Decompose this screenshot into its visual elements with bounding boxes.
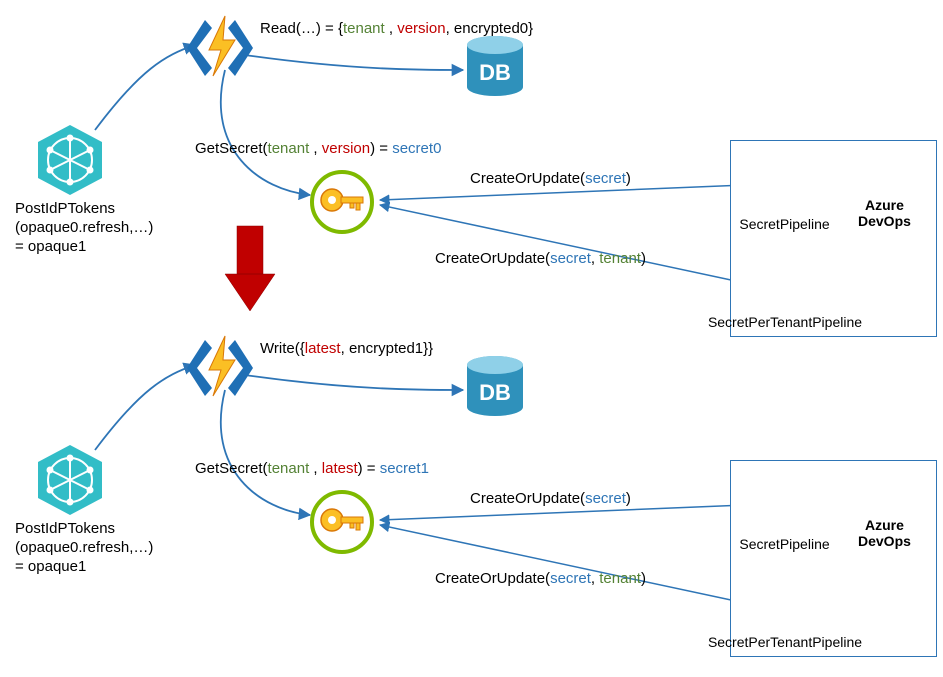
create-or-update-tenant-label: CreateOrUpdate(secret, tenant) [435,250,646,267]
getsecret-call-label: GetSecret(tenant , version) = secret0 [195,140,441,157]
create-or-update-label: CreateOrUpdate(secret) [470,490,631,507]
post-idp-tokens-label: PostIdPTokens (opaque0.refresh,…) = opaq… [15,200,160,256]
azure-devops-group [730,460,937,657]
azure-devops-label: Azure DevOps [858,517,911,549]
azure-function-icon [187,16,253,78]
secret-pipeline-label: SecretPipeline [737,536,832,552]
database-icon: DB [467,36,523,96]
flow-transition-arrow [225,226,275,311]
create-or-update-label: CreateOrUpdate(secret) [470,170,631,187]
secret-pipeline-label: SecretPipeline [737,216,832,232]
create-or-update-tenant-label: CreateOrUpdate(secret, tenant) [435,570,646,587]
read-call-label: Read(…) = {tenant , version, encrypted0} [260,20,533,37]
api-management-icon [38,125,102,195]
secret-per-tenant-pipeline-label: SecretPerTenantPipeline [700,634,870,650]
post-idp-tokens-label: PostIdPTokens (opaque0.refresh,…) = opaq… [15,520,160,576]
azure-devops-group [730,140,937,337]
svg-text:DB: DB [479,380,511,405]
secret-per-tenant-pipeline-label: SecretPerTenantPipeline [700,314,870,330]
getsecret-call-label: GetSecret(tenant , latest) = secret1 [195,460,429,477]
keyvault-icon [312,492,372,552]
azure-function-icon [187,336,253,396]
write-call-label: Write({latest, encrypted1}} [260,340,433,357]
database-icon: DB [467,356,523,416]
svg-text:DB: DB [479,60,511,85]
api-management-icon [38,445,102,515]
azure-devops-label: Azure DevOps [858,197,911,229]
keyvault-icon [312,172,372,232]
